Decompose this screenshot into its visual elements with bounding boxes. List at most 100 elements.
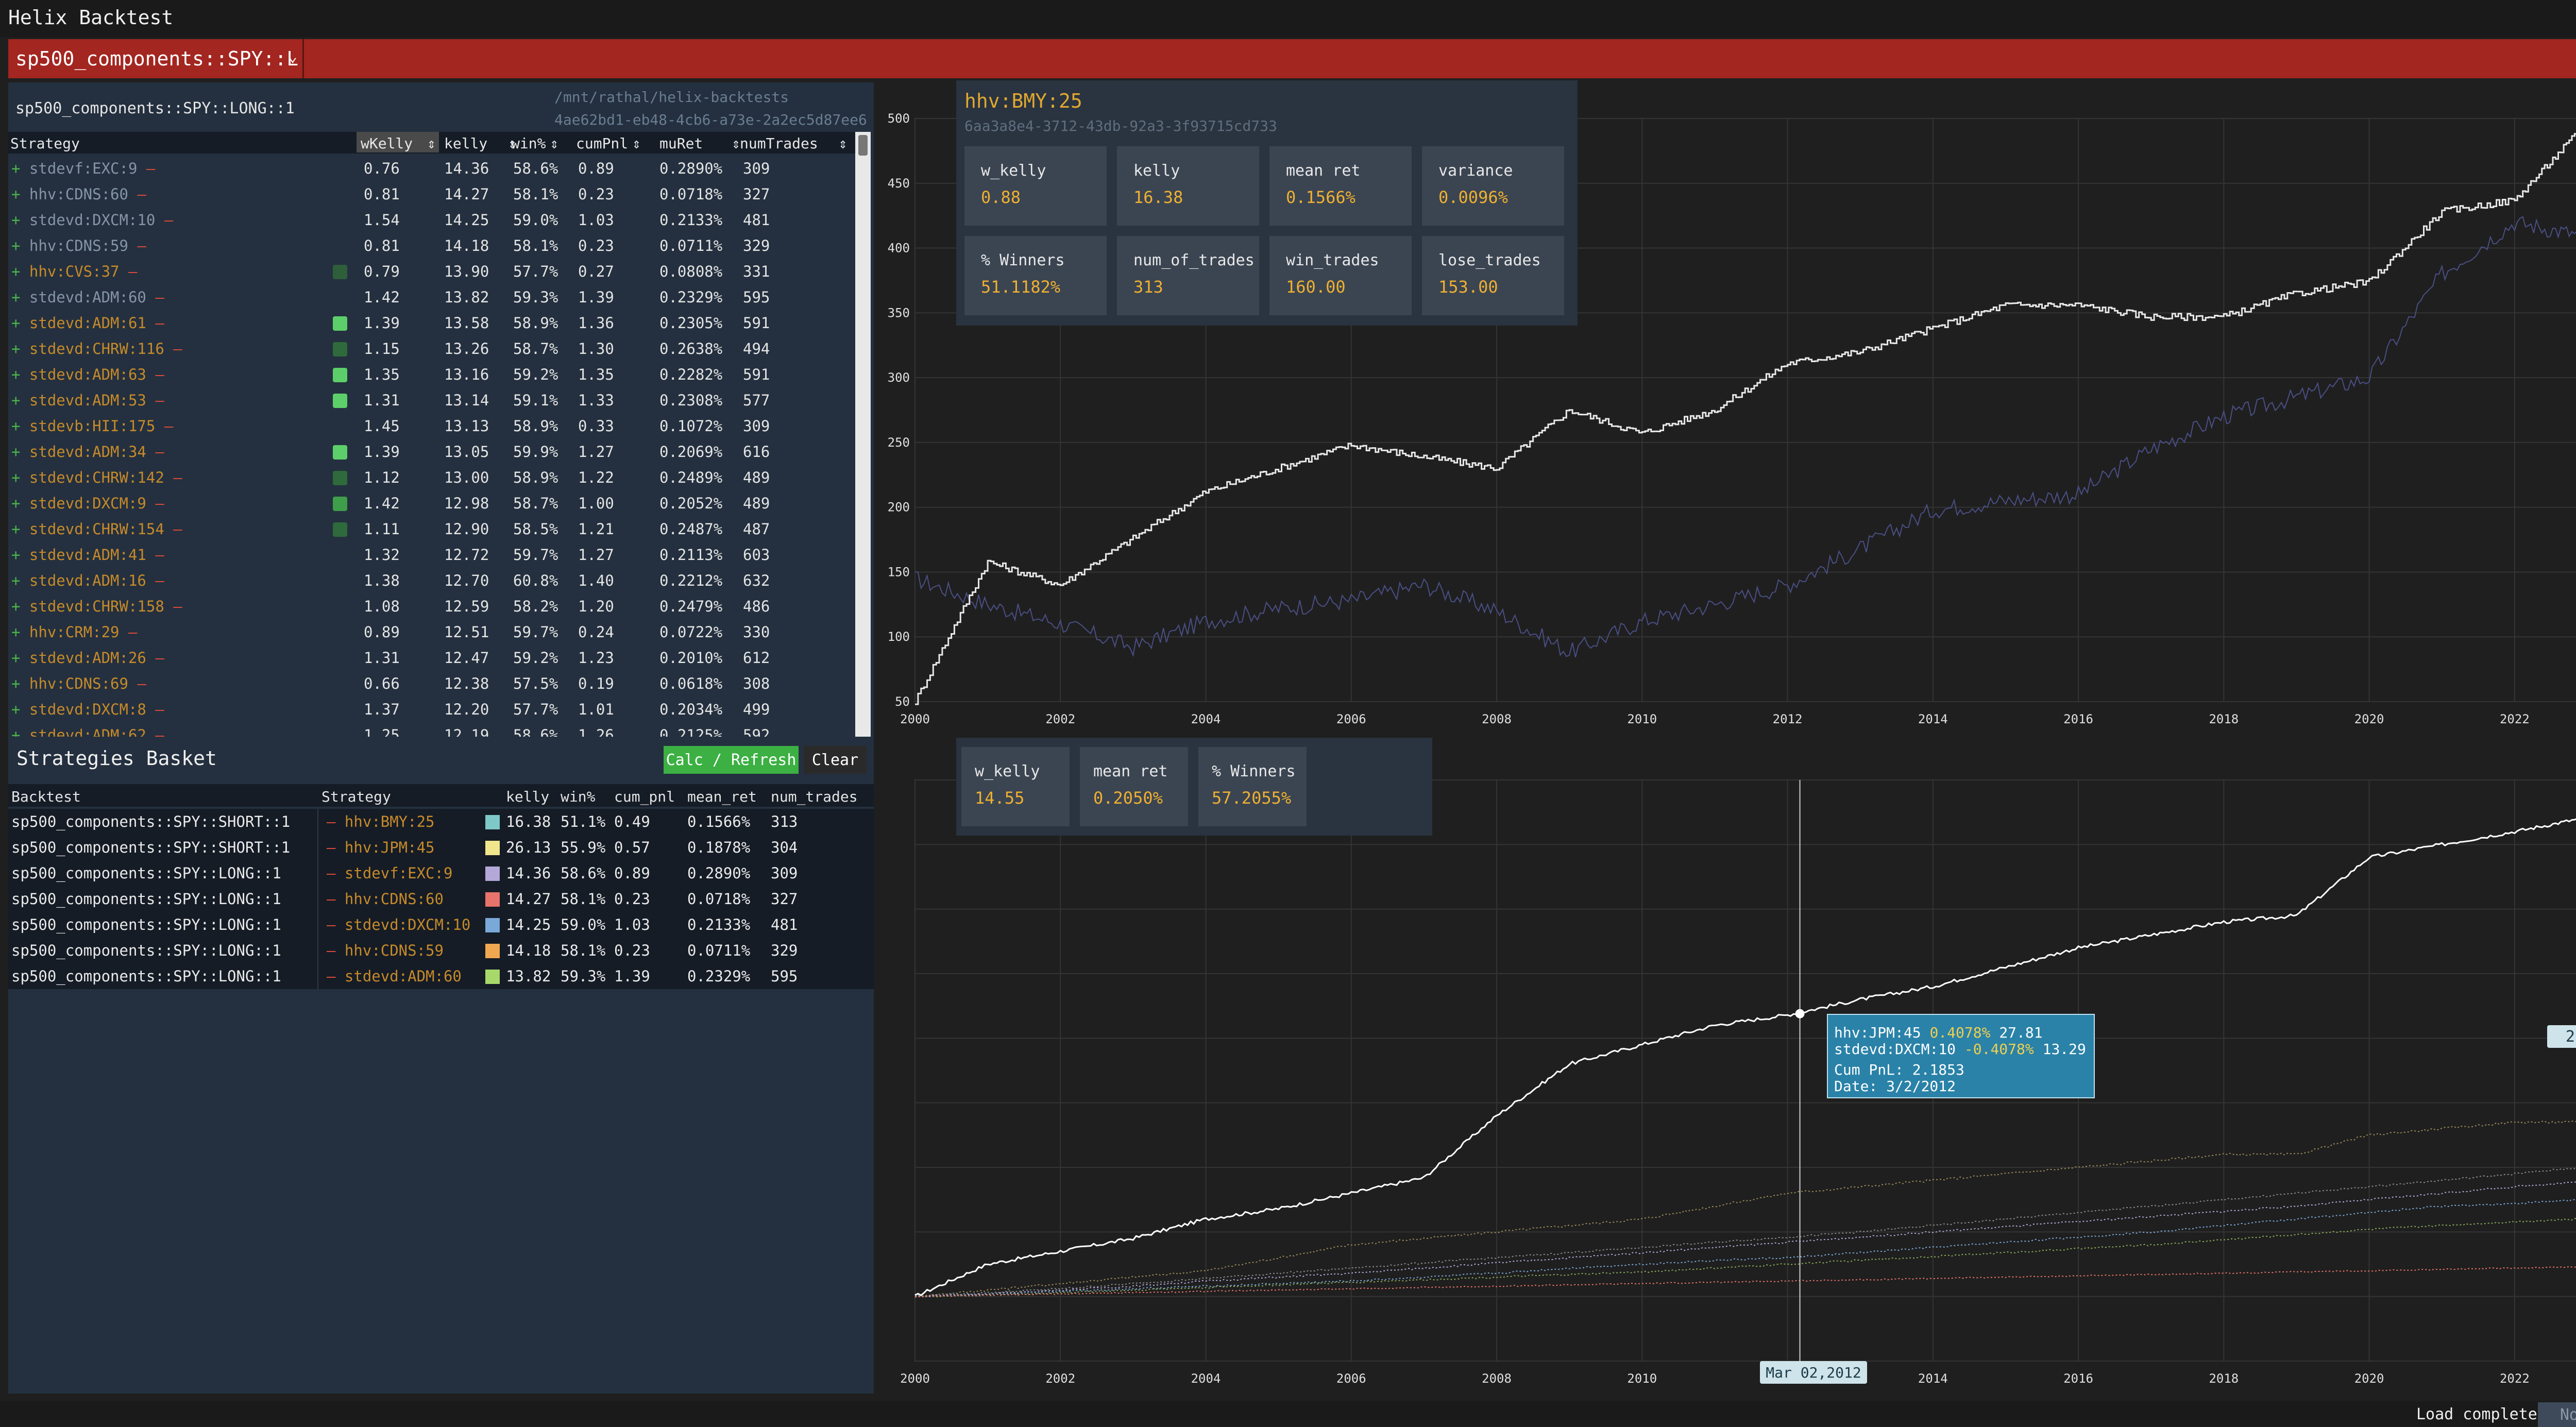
strategy-row[interactable]: + stdevd:ADM:26 — 1.31 12.47 59.2% 1.23 0.201…: [8, 645, 863, 671]
scrollbar-thumb[interactable]: [858, 135, 868, 156]
calc-refresh-button[interactable]: Calc / Refresh: [664, 746, 799, 774]
add-icon[interactable]: +: [11, 520, 29, 538]
basket-col-strategy[interactable]: Strategy: [321, 788, 391, 805]
add-icon[interactable]: +: [11, 572, 29, 589]
remove-icon[interactable]: —: [146, 572, 164, 589]
remove-icon[interactable]: —: [164, 340, 182, 358]
remove-icon[interactable]: —: [128, 675, 146, 692]
add-icon[interactable]: +: [11, 546, 29, 564]
add-icon[interactable]: +: [11, 288, 29, 306]
basket-row[interactable]: sp500_components::SPY::SHORT::1 — hhv:JPM…: [8, 835, 874, 860]
strategy-row[interactable]: + stdevd:ADM:61 — 1.39 13.58 58.9% 1.36 0.230…: [8, 310, 863, 336]
add-icon[interactable]: +: [11, 623, 29, 641]
add-icon[interactable]: +: [11, 185, 29, 203]
add-icon[interactable]: +: [11, 469, 29, 486]
series-color-swatch[interactable]: [485, 841, 500, 855]
remove-icon[interactable]: —: [146, 546, 164, 564]
col-strategy[interactable]: Strategy: [10, 135, 80, 152]
basket-col-backtest[interactable]: Backtest: [11, 788, 81, 805]
basket-col-win[interactable]: win%: [561, 788, 595, 805]
basket-col-cumpnl[interactable]: cum_pnl: [614, 788, 675, 805]
remove-icon[interactable]: —: [164, 469, 182, 486]
strategy-row[interactable]: + stdevd:ADM:62 — 1.25 12.19 58.6% 1.26 0.212…: [8, 722, 863, 737]
series-color-swatch[interactable]: [485, 918, 500, 932]
strategy-row[interactable]: + stdevd:ADM:60 — 1.42 13.82 59.3% 1.39 0.232…: [8, 284, 863, 310]
col-cumpnl[interactable]: cumPnl ⇕: [576, 135, 641, 152]
remove-icon[interactable]: —: [137, 160, 155, 177]
strategy-row[interactable]: + stdevd:CHRW:116 — 1.15 13.26 58.7% 1.30 0.2…: [8, 336, 863, 362]
strategy-row[interactable]: + stdevd:CHRW:158 — 1.08 12.59 58.2% 1.20 0.2…: [8, 593, 863, 619]
strategy-row[interactable]: + stdevd:CHRW:154 — 1.11 12.90 58.5% 1.21 0.2…: [8, 516, 863, 542]
basket-col-numtrades[interactable]: num_trades: [771, 788, 858, 805]
add-icon[interactable]: +: [11, 726, 29, 737]
series-color-swatch[interactable]: [485, 867, 500, 881]
add-icon[interactable]: +: [11, 211, 29, 229]
remove-icon[interactable]: —: [146, 495, 164, 512]
add-icon[interactable]: +: [11, 443, 29, 461]
strategy-row[interactable]: + stdevd:ADM:53 — 1.31 13.14 59.1% 1.33 0.230…: [8, 387, 863, 413]
add-icon[interactable]: +: [11, 495, 29, 512]
basket-row[interactable]: sp500_components::SPY::LONG::1 — stdevd:A…: [8, 963, 874, 989]
strategy-row[interactable]: + stdevd:DXCM:9 — 1.42 12.98 58.7% 1.00 0.205…: [8, 490, 863, 516]
remove-icon[interactable]: —: [327, 942, 345, 959]
remove-icon[interactable]: —: [146, 366, 164, 383]
strategy-table-scrollbar[interactable]: [855, 132, 871, 737]
add-icon[interactable]: +: [11, 649, 29, 667]
strategy-row[interactable]: + stdevd:ADM:63 — 1.35 13.16 59.2% 1.35 0.228…: [8, 362, 863, 387]
basket-col-kelly[interactable]: kelly: [506, 788, 549, 805]
strategy-row[interactable]: + hhv:CDNS:69 — 0.66 12.38 57.5% 0.19 0.0618%…: [8, 671, 863, 696]
add-icon[interactable]: +: [11, 263, 29, 280]
remove-icon[interactable]: —: [155, 211, 173, 229]
clear-button[interactable]: Clear: [804, 746, 867, 774]
remove-icon[interactable]: —: [146, 288, 164, 306]
series-color-swatch[interactable]: [485, 970, 500, 984]
col-wkelly[interactable]: wKelly ⇕: [357, 132, 439, 152]
remove-icon[interactable]: —: [146, 443, 164, 461]
strategy-row[interactable]: + stdevd:CHRW:142 — 1.12 13.00 58.9% 1.22 0.2…: [8, 465, 863, 490]
col-muret[interactable]: muRet ⇕: [659, 135, 740, 152]
strategy-row[interactable]: + stdevd:ADM:16 — 1.38 12.70 60.8% 1.40 0.221…: [8, 568, 863, 593]
add-icon[interactable]: +: [11, 314, 29, 332]
strategy-row[interactable]: + stdevd:DXCM:10 — 1.54 14.25 59.0% 1.03 0.21…: [8, 207, 863, 233]
add-icon[interactable]: +: [11, 417, 29, 435]
add-icon[interactable]: +: [11, 392, 29, 409]
remove-icon[interactable]: —: [327, 967, 345, 985]
add-icon[interactable]: +: [11, 340, 29, 358]
basket-row[interactable]: sp500_components::SPY::SHORT::1 — hhv:BMY…: [8, 809, 874, 835]
col-win[interactable]: win% ⇕: [511, 135, 558, 152]
remove-icon[interactable]: —: [327, 916, 345, 933]
add-icon[interactable]: +: [11, 237, 29, 254]
remove-icon[interactable]: —: [128, 237, 146, 254]
remove-icon[interactable]: —: [120, 263, 137, 280]
series-color-swatch[interactable]: [485, 815, 500, 829]
remove-icon[interactable]: —: [327, 890, 345, 908]
remove-icon[interactable]: —: [120, 623, 137, 641]
add-icon[interactable]: +: [11, 675, 29, 692]
strategy-row[interactable]: + hhv:CRM:29 — 0.89 12.51 59.7% 0.24 0.0722% 3…: [8, 619, 863, 645]
strategy-row[interactable]: + stdevd:DXCM:8 — 1.37 12.20 57.7% 1.01 0.203…: [8, 696, 863, 722]
remove-icon[interactable]: —: [146, 392, 164, 409]
strategy-row[interactable]: + stdevb:HII:175 — 1.45 13.13 58.9% 0.33 0.10…: [8, 413, 863, 439]
strategy-row[interactable]: + hhv:CDNS:59 — 0.81 14.18 58.1% 0.23 0.0711%…: [8, 233, 863, 259]
remove-icon[interactable]: —: [146, 726, 164, 737]
remove-icon[interactable]: —: [327, 839, 345, 856]
basket-col-meanret[interactable]: mean_ret: [687, 788, 757, 805]
strategy-row[interactable]: + hhv:CDNS:60 — 0.81 14.27 58.1% 0.23 0.0718%…: [8, 181, 863, 207]
basket-row[interactable]: sp500_components::SPY::LONG::1 — hhv:CDNS…: [8, 886, 874, 912]
add-icon[interactable]: +: [11, 366, 29, 383]
basket-row[interactable]: sp500_components::SPY::LONG::1 — hhv:CDNS…: [8, 938, 874, 963]
remove-icon[interactable]: —: [128, 185, 146, 203]
remove-icon[interactable]: —: [146, 649, 164, 667]
remove-icon[interactable]: —: [155, 417, 173, 435]
col-kelly[interactable]: kelly ⇕: [444, 135, 517, 152]
remove-icon[interactable]: —: [327, 864, 345, 882]
pnl-chart[interactable]: 2000200220042006200820102012201420162018…: [874, 737, 2576, 1396]
remove-icon[interactable]: —: [327, 813, 345, 830]
series-color-swatch[interactable]: [485, 944, 500, 958]
strategy-row[interactable]: + hhv:CVS:37 — 0.79 13.90 57.7% 0.27 0.0808% 3…: [8, 259, 863, 284]
mode-badge[interactable]: Normal: [2538, 1402, 2576, 1427]
basket-row[interactable]: sp500_components::SPY::LONG::1 — stdevf:E…: [8, 860, 874, 886]
strategy-row[interactable]: + stdevd:ADM:34 — 1.39 13.05 59.9% 1.27 0.206…: [8, 439, 863, 465]
add-icon[interactable]: +: [11, 701, 29, 718]
add-icon[interactable]: +: [11, 598, 29, 615]
